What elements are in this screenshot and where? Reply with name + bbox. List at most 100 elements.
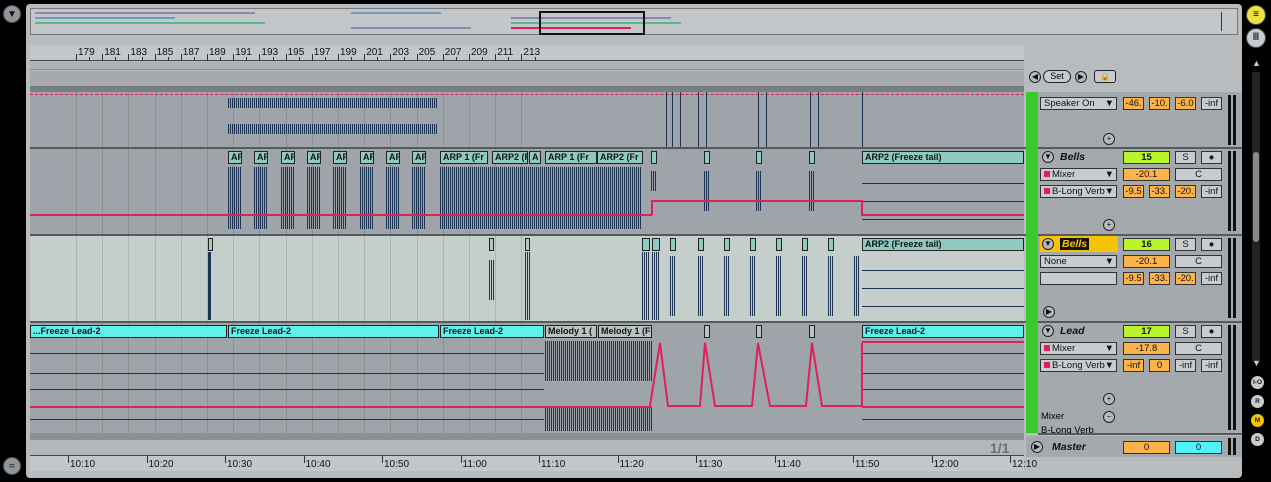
track-number-button[interactable]: 17: [1123, 325, 1170, 338]
wave-icon[interactable]: ≈: [3, 457, 21, 475]
set-locator-button[interactable]: Set: [1043, 70, 1071, 83]
track-2-lane[interactable]: AR AR AR AR AR AR AR AR ARP 1 (Fr ARP2 (…: [30, 149, 1024, 234]
io-view-icon[interactable]: Ⅲ: [1246, 28, 1266, 48]
clip-freeze-tail[interactable]: ARP2 (Freeze tail): [862, 151, 1024, 164]
fold-track-button[interactable]: ▼: [1042, 238, 1054, 250]
returns-toggle-button[interactable]: R: [1251, 395, 1264, 408]
send-b-value[interactable]: 0: [1149, 359, 1170, 372]
clip[interactable]: [750, 238, 756, 251]
clip[interactable]: ARP2 (Fr: [597, 151, 643, 164]
track-name-bells[interactable]: Bells: [1060, 151, 1085, 163]
device-dropdown[interactable]: B-Long Verb ▼: [1040, 185, 1117, 198]
track-4-lane[interactable]: ...Freeze Lead-2 Freeze Lead-2 Freeze Le…: [30, 323, 1024, 433]
clip[interactable]: AR: [254, 151, 268, 164]
clip[interactable]: AR: [281, 151, 295, 164]
pan-value[interactable]: C: [1175, 342, 1222, 355]
send-c-value[interactable]: -20.: [1175, 272, 1196, 285]
send-c-value[interactable]: -inf: [1175, 359, 1196, 372]
clip[interactable]: [670, 238, 676, 251]
clip[interactable]: AR: [333, 151, 347, 164]
input-dropdown[interactable]: None ▼: [1040, 255, 1117, 268]
clip[interactable]: [828, 238, 834, 251]
track-number-button[interactable]: 16: [1123, 238, 1170, 251]
add-icon[interactable]: +: [1103, 219, 1115, 231]
fold-track-button[interactable]: ▼: [1042, 325, 1054, 337]
send-d-value[interactable]: -inf: [1201, 359, 1222, 372]
clip[interactable]: A: [529, 151, 541, 164]
clip[interactable]: [809, 151, 815, 164]
send-b-value[interactable]: -33.: [1149, 272, 1170, 285]
clip[interactable]: AR: [412, 151, 426, 164]
clip[interactable]: [802, 238, 808, 251]
clip[interactable]: [525, 238, 530, 251]
input-dropdown[interactable]: Mixer ▼: [1040, 168, 1117, 181]
solo-button[interactable]: S: [1175, 151, 1196, 164]
expand-icon[interactable]: ▶: [1043, 306, 1055, 318]
send-c-value[interactable]: -20.: [1175, 185, 1196, 198]
delay-toggle-button[interactable]: D: [1251, 433, 1264, 446]
clip[interactable]: [724, 238, 730, 251]
clip[interactable]: ARP2 (Fr: [492, 151, 528, 164]
mixer-toggle-button[interactable]: M: [1251, 414, 1264, 427]
menu-icon[interactable]: ≡: [1246, 5, 1266, 25]
loop-brace-strip[interactable]: [30, 62, 1024, 70]
next-locator-button[interactable]: ▶: [1075, 71, 1087, 83]
arm-button[interactable]: ●: [1201, 151, 1222, 164]
expand-icon[interactable]: ▶: [1031, 441, 1043, 453]
send-b-value[interactable]: -6.0: [1175, 97, 1196, 110]
track-1-lane[interactable]: [30, 92, 1024, 147]
volume-value[interactable]: -17.8: [1123, 342, 1170, 355]
volume-value[interactable]: -20.1: [1123, 168, 1170, 181]
track-name-lead[interactable]: Lead: [1060, 325, 1085, 337]
remove-lane-icon[interactable]: −: [1103, 411, 1115, 423]
arm-button[interactable]: ●: [1201, 325, 1222, 338]
fold-track-button[interactable]: ▼: [1042, 151, 1054, 163]
prev-locator-button[interactable]: ◀: [1029, 71, 1041, 83]
send-a-value[interactable]: -inf: [1123, 359, 1144, 372]
track-name-bells-selected[interactable]: Bells: [1060, 238, 1090, 250]
clip[interactable]: [698, 238, 704, 251]
horizontal-scrollbar[interactable]: [30, 433, 1024, 440]
send-d-value[interactable]: -inf: [1201, 185, 1222, 198]
clip[interactable]: ARP 1 (Fr: [545, 151, 597, 164]
track-3-lane[interactable]: ARP2 (Freeze tail): [30, 236, 1024, 321]
add-icon[interactable]: +: [1103, 393, 1115, 405]
master-cue-value[interactable]: 0: [1175, 441, 1222, 454]
clip[interactable]: [208, 238, 213, 251]
clip[interactable]: [652, 238, 660, 251]
time-ruler[interactable]: 10:10 10:20 10:30 10:40 10:50 11:00 11:10 11:20…: [30, 455, 1037, 471]
pan-value[interactable]: C: [1175, 168, 1222, 181]
arrangement-overview[interactable]: [30, 8, 1238, 35]
clip[interactable]: [489, 238, 494, 251]
clip[interactable]: [651, 151, 657, 164]
clip[interactable]: AR: [386, 151, 400, 164]
add-icon[interactable]: +: [1103, 133, 1115, 145]
send-b-value[interactable]: -33.: [1149, 185, 1170, 198]
send-c-value[interactable]: -inf: [1201, 97, 1222, 110]
send-a-value[interactable]: -10.: [1149, 97, 1170, 110]
input-dropdown[interactable]: Mixer ▼: [1040, 342, 1117, 355]
io-toggle-button[interactable]: I-O: [1251, 376, 1264, 389]
volume-value[interactable]: -46.: [1123, 97, 1144, 110]
pan-value[interactable]: C: [1175, 255, 1222, 268]
clip[interactable]: [756, 151, 762, 164]
track-name-master[interactable]: Master: [1052, 441, 1086, 453]
collapse-icon[interactable]: ▼: [3, 5, 21, 23]
send-a-value[interactable]: -9.5: [1123, 185, 1144, 198]
arm-button[interactable]: ●: [1201, 238, 1222, 251]
track-number-button[interactable]: 15: [1123, 151, 1170, 164]
overview-viewport[interactable]: [539, 11, 645, 35]
clip[interactable]: AR: [360, 151, 374, 164]
send-a-value[interactable]: -9.5: [1123, 272, 1144, 285]
input-channel-field[interactable]: [1040, 272, 1117, 285]
vertical-scroll-thumb[interactable]: [1253, 152, 1259, 242]
output-dropdown[interactable]: Speaker On ▼: [1040, 97, 1117, 110]
clip[interactable]: ...Freeze Lead-2: [30, 325, 227, 338]
clip[interactable]: Freeze Lead-2: [228, 325, 439, 338]
scroll-up-icon[interactable]: ▲: [1252, 58, 1261, 68]
clip[interactable]: Freeze Lead-2: [440, 325, 544, 338]
clip[interactable]: [704, 151, 710, 164]
clip[interactable]: AR: [307, 151, 321, 164]
solo-button[interactable]: S: [1175, 325, 1196, 338]
vertical-scrollbar[interactable]: [1252, 72, 1260, 362]
